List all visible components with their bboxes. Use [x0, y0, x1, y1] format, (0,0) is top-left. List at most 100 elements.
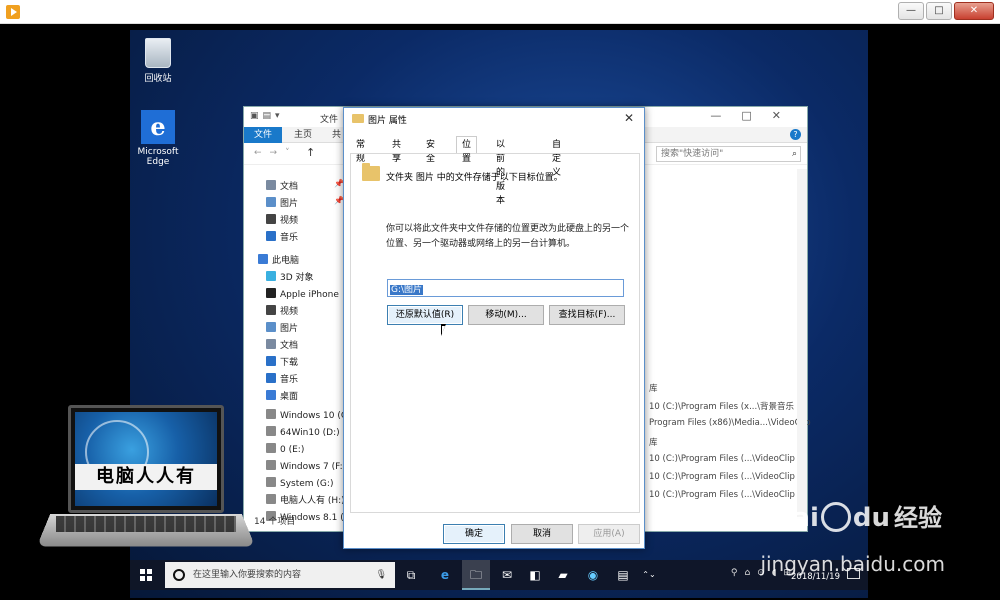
ribbon-tab-share[interactable]: 共 [332, 127, 341, 143]
sidebar-item[interactable]: 0 (E:) [266, 442, 304, 458]
watermark-cn: 经验 [894, 504, 942, 532]
watermark-brand-suffix: du [852, 503, 890, 533]
file-list-item[interactable]: Program Files (x86)\Media...\VideoClip [649, 418, 811, 428]
show-more-icon[interactable]: ⌃⌄ [640, 566, 658, 584]
sidebar-item-icon [266, 477, 276, 487]
help-icon[interactable]: ? [790, 129, 801, 140]
tab-location[interactable]: 位置 [456, 136, 478, 164]
clapper-taskbar-icon[interactable]: ▤ [614, 566, 632, 584]
file-list-item[interactable]: 库 [649, 436, 658, 448]
taskbar-search-input[interactable]: 在这里输入你要搜索的内容 🎙 [165, 562, 395, 588]
sidebar-item-icon [266, 426, 276, 436]
ribbon-tab-file[interactable]: 文件 [244, 127, 282, 143]
sidebar-item-icon [266, 409, 276, 419]
sidebar-item-icon [266, 460, 276, 470]
player-window-controls: — □ ✕ [896, 2, 994, 20]
laptop-keyboard [56, 516, 236, 532]
tab-security[interactable]: 安全 [424, 138, 437, 164]
sidebar-item[interactable]: System (G:) [266, 476, 333, 492]
explorer-window-controls[interactable]: —□✕ [710, 109, 801, 122]
desktop-icon-label: Edge [146, 157, 170, 167]
ok-button[interactable]: 确定 [443, 524, 505, 544]
explorer-title: 文件 [320, 115, 339, 125]
watermark-url: jingyan.baidu.com [760, 552, 945, 576]
sidebar-item-label: 下载 [280, 358, 299, 368]
apply-button[interactable]: 应用(A) [578, 524, 640, 544]
sidebar-item-label: Windows 10 (C [280, 411, 348, 421]
mail-taskbar-icon[interactable]: ✉ [498, 566, 516, 584]
store-taskbar-icon[interactable]: ◧ [526, 566, 544, 584]
sidebar-item[interactable]: 视频 [266, 304, 298, 320]
folder-icon [352, 114, 364, 123]
sidebar-item[interactable]: 图片 [266, 196, 298, 212]
sidebar-item-icon [266, 494, 276, 504]
nav-up-icon[interactable]: ↑ [306, 146, 315, 159]
tab-previous-versions[interactable]: 以前的版本 [494, 138, 507, 206]
taskbar-search-placeholder: 在这里输入你要搜索的内容 [193, 570, 302, 580]
desktop-icon-recycle-bin[interactable]: 回收站 [130, 38, 186, 84]
file-list-item[interactable]: 10 (C:)\Program Files (...\VideoClip [649, 454, 795, 464]
sidebar-item-icon [266, 390, 276, 400]
sidebar-item[interactable]: 电脑人人有 (H:) [266, 493, 345, 509]
quick-access-toolbar[interactable]: ▣▤▾ [250, 111, 284, 121]
sidebar-item[interactable]: 图片 [266, 321, 298, 337]
move-button[interactable]: 移动(M)... [468, 305, 544, 325]
sidebar-item[interactable]: 此电脑 [258, 253, 299, 269]
sidebar-item[interactable]: 64Win10 (D:) [266, 425, 340, 441]
cancel-button[interactable]: 取消 [511, 524, 573, 544]
tab-customize[interactable]: 自定义 [550, 138, 563, 178]
navigation-pane: 文档 图片 视频 音乐 此电脑 3D 对象 Apple iPhone 视频 图片 文档 下载 音乐 桌面… [244, 169, 347, 523]
paw-icon [820, 502, 851, 532]
sidebar-item-icon [266, 271, 276, 281]
path-input[interactable]: G:\图片 [387, 279, 624, 297]
move-instructions: 你可以将此文件夹中文件存储的位置更改为此硬盘上的另一个 位置、另一个驱动器或网络… [386, 222, 636, 252]
desktop-icon-edge[interactable]: e Microsoft Edge [130, 110, 186, 167]
sidebar-item-icon [258, 254, 268, 264]
file-list-item[interactable]: 10 (C:)\Program Files (x...\背景音乐 [649, 400, 794, 412]
sidebar-item[interactable]: 文档 [266, 338, 298, 354]
microphone-icon[interactable]: 🎙 [376, 562, 387, 588]
sidebar-item-label: 图片 [280, 324, 299, 334]
start-button[interactable] [140, 569, 152, 581]
tab-sharing[interactable]: 共享 [390, 138, 403, 164]
find-target-button[interactable]: 查找目标(F)... [549, 305, 625, 325]
sidebar-item-label: 音乐 [280, 233, 299, 243]
status-item-count: 14 个项目 [254, 517, 296, 527]
app-taskbar-icon[interactable]: ◉ [584, 566, 602, 584]
sidebar-item-icon [266, 197, 276, 207]
sidebar-item-icon [266, 214, 276, 224]
folder-taskbar-icon[interactable]: ▰ [554, 566, 572, 584]
sidebar-item[interactable]: 音乐 [266, 230, 298, 246]
sidebar-item-icon [266, 339, 276, 349]
ribbon-tab-home[interactable]: 主页 [294, 127, 312, 143]
sidebar-item[interactable]: 文档 [266, 179, 298, 195]
task-view-icon[interactable]: ⧉ [402, 566, 420, 584]
sidebar-item-label: 音乐 [280, 375, 299, 385]
sidebar-item[interactable]: 下载 [266, 355, 298, 371]
nav-back-forward-icon[interactable]: ←→˅ [254, 148, 298, 158]
close-button[interactable]: ✕ [954, 2, 994, 20]
sidebar-item[interactable]: 音乐 [266, 372, 298, 388]
sidebar-item[interactable]: 桌面 [266, 389, 298, 405]
sidebar-item-icon [266, 322, 276, 332]
edge-taskbar-icon[interactable]: e [436, 566, 454, 584]
sidebar-item[interactable]: Windows 10 (C [266, 408, 347, 424]
sidebar-item[interactable]: Apple iPhone [266, 287, 339, 303]
file-explorer-taskbar-icon[interactable]: 🗀 [462, 560, 490, 590]
search-input[interactable]: 搜索"快速访问" ⌕ [656, 146, 801, 162]
tab-general[interactable]: 常规 [354, 138, 367, 164]
desktop-icon-label: 回收站 [144, 74, 172, 84]
cortana-icon [173, 569, 185, 581]
sidebar-item[interactable]: 视频 [266, 213, 298, 229]
sidebar-item[interactable]: Windows 7 (F: [266, 459, 343, 475]
minimize-button[interactable]: — [898, 2, 924, 20]
path-input-value: G:\图片 [390, 285, 424, 295]
file-list-item[interactable]: 库 [649, 382, 658, 394]
dialog-close-icon[interactable]: ✕ [624, 111, 634, 125]
maximize-button[interactable]: □ [926, 2, 952, 20]
taskbar: 在这里输入你要搜索的内容 🎙 ⧉ e 🗀 ✉ ◧ ▰ ◉ ▤ ⌃⌄ ⚲⌂⊙◖⊞ … [130, 560, 868, 590]
sidebar-item[interactable]: 3D 对象 [266, 270, 314, 286]
explorer-scrollbar[interactable] [797, 169, 807, 519]
restore-default-button[interactable]: 还原默认值(R) [387, 305, 463, 325]
file-list-item[interactable]: 10 (C:)\Program Files (...\VideoClip [649, 472, 795, 482]
